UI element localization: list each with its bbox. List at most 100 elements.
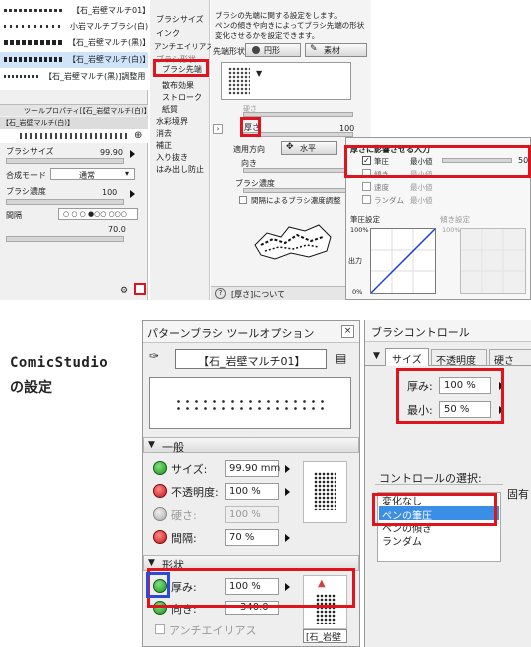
clip-left-panel: 【石_岩壁マルチ01】 小岩マルチブラシ(白) 【石_岩壁マルチ(黒)】 【石_… <box>0 0 151 300</box>
density-arrow-icon[interactable] <box>130 190 135 198</box>
tilt-setting-label: 傾き設定 <box>440 215 470 224</box>
spacing-status-dot[interactable] <box>153 530 167 544</box>
cs-hardness-field: 100 % <box>225 506 279 523</box>
brush-list-item[interactable]: 【石_岩壁マルチ01】 <box>0 4 150 18</box>
tip-material-button[interactable]: ✎ 素材 <box>305 43 367 57</box>
spacing-adjust-checkbox[interactable] <box>239 196 247 204</box>
shape-thumbnail-caption: [石_岩壁 <box>303 629 347 643</box>
size-status-dot[interactable] <box>153 461 167 475</box>
highlight-box-rc-thickness <box>396 368 504 424</box>
category-item[interactable]: はみ出し防止 <box>156 164 204 175</box>
category-item[interactable]: インク <box>156 28 180 39</box>
category-item[interactable]: 散布効果 <box>162 80 194 91</box>
cs-spacing-label: 間隔: <box>171 532 197 545</box>
collapse-icon: ▼ <box>148 440 155 450</box>
tool-icon[interactable] <box>134 283 146 295</box>
collapse-icon: ▼ <box>373 351 380 361</box>
spacing-adjust-label: 間隔によるブラシ濃度調整 <box>251 196 341 205</box>
brush-list-item[interactable]: 小岩マルチブラシ(白) <box>0 20 148 34</box>
control-divider <box>375 484 503 485</box>
brush-tool-icon: ✑ <box>149 349 160 363</box>
cs-opacity-label: 不透明度: <box>171 486 219 499</box>
brush-list-item-selected[interactable]: 【石_岩壁マルチ(白)】 <box>0 52 150 68</box>
tab-opacity[interactable]: 不透明度 <box>431 349 487 367</box>
random-checkbox[interactable] <box>362 195 371 204</box>
brush-preview-image <box>247 215 337 265</box>
category-item[interactable]: ストローク <box>162 92 202 103</box>
cs-size-label: サイズ: <box>171 463 208 476</box>
brush-stroke-preview-box <box>149 377 351 429</box>
spacing-slider[interactable] <box>6 236 124 242</box>
tool-property-header: ツールプロパティ[【石_岩壁マルチ(白)】 <box>0 104 151 116</box>
collapse-icon: ▼ <box>148 558 155 568</box>
category-item[interactable]: 入り抜き <box>156 152 188 163</box>
tab-size[interactable]: サイズ <box>385 348 429 366</box>
tip-circle-button[interactable]: 円形 <box>245 43 301 57</box>
fixed-label: 固有 <box>507 488 529 501</box>
caption: ComicStudio の設定 <box>10 355 108 397</box>
direction-label: 適用方向 <box>233 145 265 154</box>
zoom-icon[interactable]: ⊕ <box>134 130 142 141</box>
circle-icon <box>252 46 260 54</box>
antialias-checkbox[interactable] <box>155 624 165 634</box>
opacity-status-dot[interactable] <box>153 484 167 498</box>
category-item[interactable]: 水彩境界 <box>156 116 188 127</box>
category-item[interactable]: ブラシサイズ <box>156 14 204 25</box>
brush-control-titlebar: ブラシコントロール <box>365 320 531 342</box>
settings-icon[interactable]: ⚙ <box>120 286 128 296</box>
spacing-value[interactable]: 70.0 <box>108 225 126 234</box>
close-button[interactable]: × <box>341 325 354 338</box>
size-slider[interactable] <box>6 158 124 164</box>
density-label: ブラシ濃度 <box>6 187 46 196</box>
tilt-graph <box>460 228 526 294</box>
horizontal-icon: ✥ <box>286 142 294 152</box>
brush-name-field[interactable]: 【石_岩壁マルチ01】 <box>175 349 327 369</box>
thickness-expand-icon[interactable]: › <box>213 124 223 134</box>
highlight-box-thickness-dot <box>146 572 170 598</box>
spacing-arrow-icon[interactable] <box>285 534 290 542</box>
highlight-box-cs-thickness <box>147 568 355 608</box>
pressure-graph[interactable] <box>370 228 436 294</box>
material-icon: ✎ <box>310 44 318 54</box>
tab-bar: ▼ サイズ 不透明度 硬さ <box>365 348 531 367</box>
density-slider[interactable] <box>6 199 124 205</box>
brush-list-item[interactable]: 【石_岩壁マルチ(黒)]調整用 <box>0 70 148 84</box>
category-item[interactable]: 紙質 <box>162 104 178 115</box>
cs-opacity-field[interactable]: 100 % <box>225 483 279 500</box>
pressure-setting-label: 筆圧設定 <box>350 215 380 224</box>
spacing-options[interactable]: ○ ○ ○ ●○○ ○○○ <box>58 208 138 220</box>
section-general-header[interactable]: ▼ 一般 <box>143 437 359 454</box>
category-item[interactable]: アンチエイリアス <box>154 41 214 52</box>
window-titlebar: パターンブラシ ツールオプション × <box>143 321 359 343</box>
size-arrow-icon[interactable] <box>285 465 290 473</box>
highlight-box-pressure <box>344 145 531 178</box>
category-item[interactable]: 消去 <box>156 128 172 139</box>
density-value[interactable]: 100 <box>102 188 117 197</box>
opacity-arrow-icon[interactable] <box>285 488 290 496</box>
brush-list-item[interactable]: 【石_岩壁マルチ(黒)】 <box>0 36 150 50</box>
dropdown-icon[interactable]: ▼ <box>256 69 262 78</box>
blend-mode-select[interactable]: 通常 ▾ <box>50 168 135 180</box>
speed-checkbox[interactable] <box>362 182 371 191</box>
category-list: ブラシサイズ インク アンチエイリアス ブラシ形状 ブラシ先端 散布効果 ストロ… <box>150 0 214 300</box>
size-arrow-icon[interactable] <box>130 150 135 158</box>
brush-density-slider[interactable] <box>243 188 353 193</box>
highlight-box-pen-pressure <box>372 493 497 526</box>
cs-spacing-field[interactable]: 70 % <box>225 529 279 546</box>
tip-list-toolbar <box>221 90 361 100</box>
blend-mode-label: 合成モード <box>6 171 46 180</box>
menu-icon[interactable]: ▤ <box>335 351 346 365</box>
direction-horizontal-button[interactable]: ✥ 水平 <box>281 141 337 155</box>
size-value[interactable]: 99.90 <box>100 148 123 157</box>
control-item[interactable]: ランダム <box>382 533 422 548</box>
hardness-status-dot <box>153 507 167 521</box>
tool-property-brush-name: 【石_岩壁マルチ(白)】 <box>0 117 148 129</box>
angle-slider[interactable] <box>243 168 353 173</box>
tip-shape-label: 先端形状 <box>213 47 245 56</box>
size-label: ブラシサイズ <box>6 147 54 156</box>
cs-size-field[interactable]: 99.90 mm <box>225 460 280 477</box>
help-icon[interactable]: ? <box>215 288 226 299</box>
brush-stroke-preview <box>0 129 148 143</box>
category-item[interactable]: 補正 <box>156 140 172 151</box>
tab-hardness[interactable]: 硬さ <box>489 349 531 367</box>
